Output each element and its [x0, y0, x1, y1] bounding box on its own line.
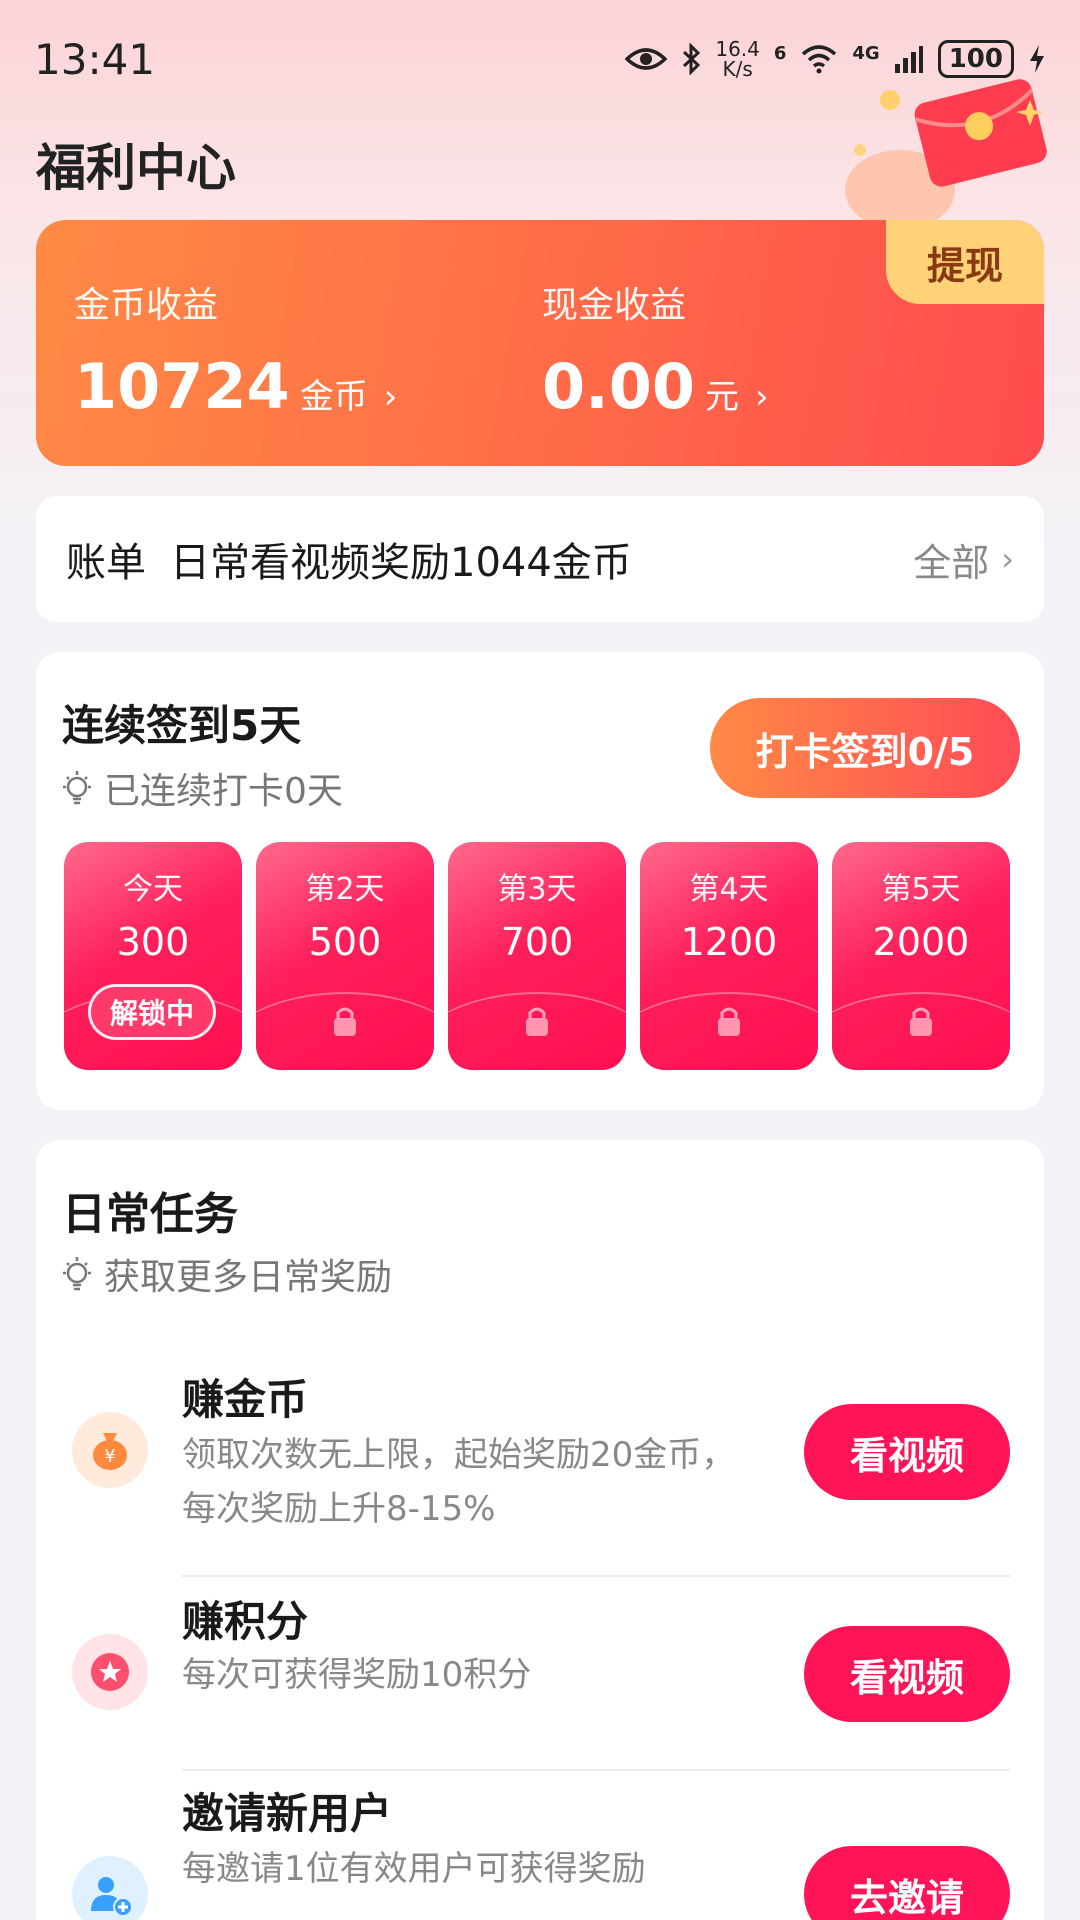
day-reward: 500	[308, 920, 382, 964]
lock-icon	[910, 1007, 932, 1036]
task-desc: 领取次数无上限，起始奖励20金币，每次奖励上升8-15%	[182, 1435, 736, 1529]
star-badge-icon	[72, 1634, 148, 1710]
divider	[182, 1575, 1010, 1577]
money-bag-icon: ¥	[72, 1412, 148, 1488]
page-title: 福利中心	[36, 139, 236, 197]
coin-earnings-unit: 金币	[299, 377, 368, 417]
wifi-icon	[802, 45, 837, 74]
task-desc: 每邀请1位有效用户可获得奖励	[182, 1849, 646, 1889]
signal-icon	[894, 46, 923, 73]
day-reward: 300	[116, 920, 190, 964]
signin-title: 连续签到5天	[62, 701, 302, 750]
chevron-right-icon: ›	[383, 377, 398, 417]
chevron-right-icon: ›	[1001, 540, 1014, 578]
day-reward: 700	[500, 920, 574, 964]
bill-title: 账单	[66, 540, 146, 586]
net-speed-unit: K/s	[722, 57, 753, 81]
task-name: 赚金币	[182, 1375, 309, 1424]
signin-subtitle: 已连续打卡0天	[60, 762, 343, 814]
watch-video-button[interactable]: 看视频	[804, 1404, 1010, 1500]
day-label: 第3天	[497, 872, 577, 907]
withdraw-button[interactable]: 提现	[886, 220, 1044, 304]
day-label: 第5天	[881, 872, 961, 907]
coin-earnings-label: 金币收益	[74, 285, 219, 326]
day-label: 第2天	[305, 872, 385, 907]
divider	[182, 1769, 1010, 1771]
lightbulb-icon	[63, 1257, 91, 1291]
charging-icon	[1030, 45, 1044, 73]
tasks-subtitle-text: 获取更多日常奖励	[104, 1257, 393, 1298]
tasks-title: 日常任务	[62, 1189, 238, 1240]
signin-card: 连续签到5天 已连续打卡0天 打卡签到0/5 今天 300 解锁中 第2天 50…	[36, 652, 1044, 1110]
bluetooth-icon	[683, 43, 701, 75]
status-time: 13:41	[34, 34, 156, 84]
lock-icon	[334, 1007, 356, 1036]
eye-icon	[625, 48, 668, 70]
checkin-button[interactable]: 打卡签到0/5	[710, 698, 1020, 798]
bill-latest: 日常看视频奖励1044金币	[170, 540, 632, 586]
day-reward: 1200	[680, 920, 778, 964]
watch-video-button[interactable]: 看视频	[804, 1626, 1010, 1722]
lightbulb-icon	[63, 771, 91, 805]
signin-day-3[interactable]: 第3天 700	[448, 842, 626, 1070]
status-icons: 16.4 K/s 6 4G 100	[625, 39, 1046, 79]
coin-earnings[interactable]: 金币收益 10724 金币 ›	[74, 276, 397, 423]
cash-earnings-label: 现金收益	[542, 285, 687, 326]
invite-button[interactable]: 去邀请	[804, 1846, 1010, 1920]
bill-row[interactable]: 账单 日常看视频奖励1044金币 全部 ›	[36, 496, 1044, 622]
unlocking-badge: 解锁中	[88, 984, 216, 1040]
task-name: 邀请新用户	[182, 1789, 393, 1838]
signin-day-1[interactable]: 今天 300 解锁中	[64, 842, 242, 1070]
signin-subtitle-text: 已连续打卡0天	[104, 771, 343, 812]
cash-earnings-value: 0.00	[542, 350, 695, 423]
task-desc: 每次可获得奖励10积分	[182, 1655, 532, 1695]
earnings-card: 提现 金币收益 10724 金币 › 现金收益 0.00 元 ›	[36, 220, 1044, 466]
chevron-right-icon: ›	[754, 377, 769, 417]
signin-day-4[interactable]: 第4天 1200	[640, 842, 818, 1070]
wifi-label: 6	[773, 43, 787, 64]
daily-tasks-card: 日常任务 获取更多日常奖励 ¥ 赚金币 领取次数无上限，起始奖励20金币，每次奖…	[36, 1140, 1044, 1920]
net-speed-value: 16.4	[715, 37, 760, 61]
day-reward: 2000	[872, 920, 970, 964]
day-label: 第4天	[689, 872, 769, 907]
signin-days: 今天 300 解锁中 第2天 500 第3天 700 第4天 1200 第5天 …	[64, 842, 1010, 1070]
coin-earnings-value: 10724	[74, 350, 290, 423]
battery-icon: 100	[937, 40, 1014, 78]
lock-icon	[718, 1007, 740, 1036]
status-bar: 13:41 16.4 K/s 6 4G 100	[0, 0, 1080, 118]
day-label: 今天	[123, 872, 183, 907]
tasks-subtitle: 获取更多日常奖励	[60, 1248, 392, 1300]
signin-day-2[interactable]: 第2天 500	[256, 842, 434, 1070]
bill-all-link[interactable]: 全部	[913, 532, 989, 587]
lock-icon	[526, 1007, 548, 1036]
signin-day-5[interactable]: 第5天 2000	[832, 842, 1010, 1070]
task-name: 赚积分	[182, 1597, 309, 1646]
cash-earnings[interactable]: 现金收益 0.00 元 ›	[542, 276, 769, 423]
svg-text:¥: ¥	[104, 1446, 115, 1467]
net-speed: 16.4 K/s	[715, 39, 760, 79]
add-user-icon	[72, 1856, 148, 1920]
cell-label: 4G	[852, 43, 880, 64]
cash-earnings-unit: 元	[704, 377, 739, 417]
